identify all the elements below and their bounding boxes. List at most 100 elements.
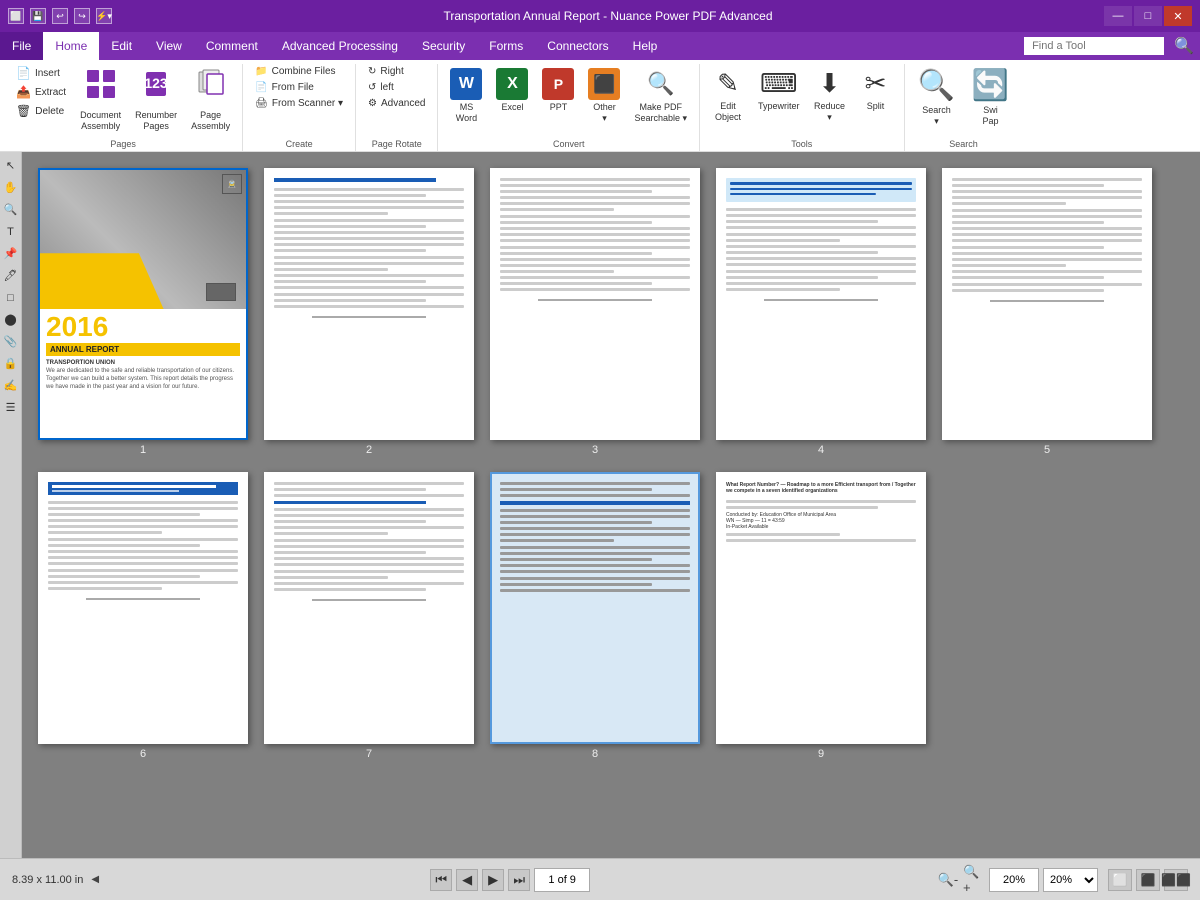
titlebar: ⬜ 💾 ↩ ↪ ⚡▾ Transportation Annual Report … <box>0 0 1200 32</box>
sidebar-tool-text[interactable]: T <box>1 222 21 242</box>
swi-pap-button[interactable]: 🔄 SwiPap <box>965 64 1017 131</box>
tools-group-label: Tools <box>791 136 812 151</box>
edit-object-button[interactable]: ✎ EditObject <box>706 64 750 127</box>
thumbnail-9[interactable]: What Report Number? — Roadmap to a more … <box>716 472 926 744</box>
extract-button[interactable]: 📤 Extract <box>10 83 72 101</box>
prev-page-button[interactable]: ◀ <box>456 869 478 891</box>
next-page-button[interactable]: ▶ <box>482 869 504 891</box>
redo-icon[interactable]: ↪ <box>74 8 90 24</box>
thumb-item-8: 8 <box>490 472 700 760</box>
menu-edit[interactable]: Edit <box>99 32 144 60</box>
continuous-view-button[interactable]: ⬛ <box>1136 869 1160 891</box>
first-page-button[interactable]: ⏮ <box>430 869 452 891</box>
menu-security[interactable]: Security <box>410 32 477 60</box>
close-button[interactable]: ✕ <box>1164 6 1192 26</box>
minimize-button[interactable]: — <box>1104 6 1132 26</box>
split-button[interactable]: ✂ Split <box>854 64 898 116</box>
pages-buttons: 📄 Insert 📤 Extract 🗑 Delete DocumentAsse… <box>10 64 236 136</box>
thumbnail-5[interactable] <box>942 168 1152 440</box>
text-page-7 <box>266 474 472 742</box>
menu-view[interactable]: View <box>144 32 194 60</box>
other-button[interactable]: ⬛ Other▾ <box>582 64 626 128</box>
main-area: ↖ ✋ 🔍 T 📌 🖊 □ ⬤ 📎 🔒 ✍ ☰ <box>0 152 1200 858</box>
delete-button[interactable]: 🗑 Delete <box>10 102 72 120</box>
find-tool-search-icon[interactable]: 🔍 <box>1168 36 1200 56</box>
sidebar-tool-highlight[interactable]: 🖊 <box>1 266 21 286</box>
sidebar-tool-sign[interactable]: ✍ <box>1 376 21 396</box>
menu-forms[interactable]: Forms <box>477 32 535 60</box>
sidebar-tool-attachment[interactable]: 📎 <box>1 332 21 352</box>
sidebar-tool-list[interactable]: ☰ <box>1 398 21 418</box>
advanced-button[interactable]: ⚙ Advanced <box>362 96 431 111</box>
menu-connectors[interactable]: Connectors <box>535 32 620 60</box>
make-pdf-button[interactable]: 🔍 Make PDFSearchable ▾ <box>628 64 693 128</box>
ms-word-label: MSWord <box>456 102 477 124</box>
sidebar-tool-shapes[interactable]: □ <box>1 288 21 308</box>
thumbnail-6[interactable] <box>38 472 248 744</box>
from-scanner-icon: 🖨 <box>255 98 268 109</box>
right-button[interactable]: ↻ Right <box>362 64 431 79</box>
page9-header-text: What Report Number? — Roadmap to a more … <box>726 482 916 494</box>
typewriter-button[interactable]: ⌨ Typewriter <box>752 64 806 116</box>
sidebar-tool-zoom[interactable]: 🔍 <box>1 200 21 220</box>
zoom-input[interactable] <box>989 868 1039 892</box>
combine-files-button[interactable]: 📁 Combine Files <box>249 64 349 79</box>
excel-button[interactable]: X Excel <box>490 64 534 117</box>
sidebar-tool-annotate[interactable]: 📌 <box>1 244 21 264</box>
menu-help[interactable]: Help <box>621 32 670 60</box>
maximize-button[interactable]: □ <box>1134 6 1162 26</box>
sidebar-tool-lock[interactable]: 🔒 <box>1 354 21 374</box>
undo-icon[interactable]: ↩ <box>52 8 68 24</box>
window-icon: ⬜ <box>8 8 24 24</box>
page-assembly-button[interactable]: PageAssembly <box>185 64 236 136</box>
thumbnail-2[interactable] <box>264 168 474 440</box>
reduce-button[interactable]: ⬇ Reduce▾ <box>808 64 852 127</box>
expand-arrow[interactable]: ◀ <box>91 874 103 886</box>
ms-word-button[interactable]: W MSWord <box>444 64 488 128</box>
text-page-3 <box>492 170 698 438</box>
left-button[interactable]: ↺ left <box>362 80 431 95</box>
create-small-btns: 📁 Combine Files 📄 From File 🖨 From Scann… <box>249 64 349 111</box>
menu-advanced-processing[interactable]: Advanced Processing <box>270 32 410 60</box>
page-input[interactable] <box>534 868 590 892</box>
last-page-button[interactable]: ⏭ <box>508 869 530 891</box>
cover-year: 2016 <box>46 313 240 341</box>
thumbnail-4[interactable] <box>716 168 926 440</box>
facing-view-button[interactable]: ⬛⬛ <box>1164 869 1188 891</box>
svg-text:123: 123 <box>144 75 168 91</box>
document-assembly-button[interactable]: DocumentAssembly <box>74 64 127 136</box>
reduce-icon: ⬇ <box>819 68 841 99</box>
menu-file[interactable]: File <box>0 32 43 60</box>
single-page-view-button[interactable]: ⬜ <box>1108 869 1132 891</box>
from-scanner-button[interactable]: 🖨 From Scanner ▾ <box>249 96 349 111</box>
zoom-out-button[interactable]: 🔍- <box>937 869 959 891</box>
thumbnail-3[interactable] <box>490 168 700 440</box>
titlebar-icons: ⬜ 💾 ↩ ↪ ⚡▾ <box>8 8 112 24</box>
find-tool-input[interactable] <box>1024 37 1164 55</box>
renumber-pages-button[interactable]: 123 RenumberPages <box>129 64 183 136</box>
advanced-label: Advanced <box>381 98 425 109</box>
thumbnail-1[interactable]: 🚊 2016 ANNUAL REPORT TRANSPORTION UNION … <box>38 168 248 440</box>
ribbon-group-tools: ✎ EditObject ⌨ Typewriter ⬇ Reduce▾ ✂ Sp… <box>700 64 905 151</box>
zoom-select[interactable]: 20% 50% 75% 100% 150% <box>1043 868 1098 892</box>
menu-home[interactable]: Home <box>43 32 99 60</box>
save-icon[interactable]: 💾 <box>30 8 46 24</box>
thumbnail-7[interactable] <box>264 472 474 744</box>
sidebar-tool-select[interactable]: ↖ <box>1 156 21 176</box>
zoom-in-button[interactable]: 🔍+ <box>963 869 985 891</box>
quick-access-icon[interactable]: ⚡▾ <box>96 8 112 24</box>
thumbnail-8[interactable] <box>490 472 700 744</box>
swi-pap-icon: 🔄 <box>972 68 1009 103</box>
page-assembly-label: PageAssembly <box>191 110 230 132</box>
from-file-button[interactable]: 📄 From File <box>249 80 349 95</box>
sidebar-tool-hand[interactable]: ✋ <box>1 178 21 198</box>
thumb-item-4: 4 <box>716 168 926 456</box>
sidebar-tool-stamp[interactable]: ⬤ <box>1 310 21 330</box>
menu-comment[interactable]: Comment <box>194 32 270 60</box>
split-icon: ✂ <box>865 68 887 99</box>
insert-button[interactable]: 📄 Insert <box>10 64 72 82</box>
typewriter-icon: ⌨ <box>760 68 798 99</box>
ppt-button[interactable]: P PPT <box>536 64 580 117</box>
search-button[interactable]: 🔍 Search▾ <box>911 64 963 131</box>
cover-logo: 🚊 <box>222 174 242 194</box>
